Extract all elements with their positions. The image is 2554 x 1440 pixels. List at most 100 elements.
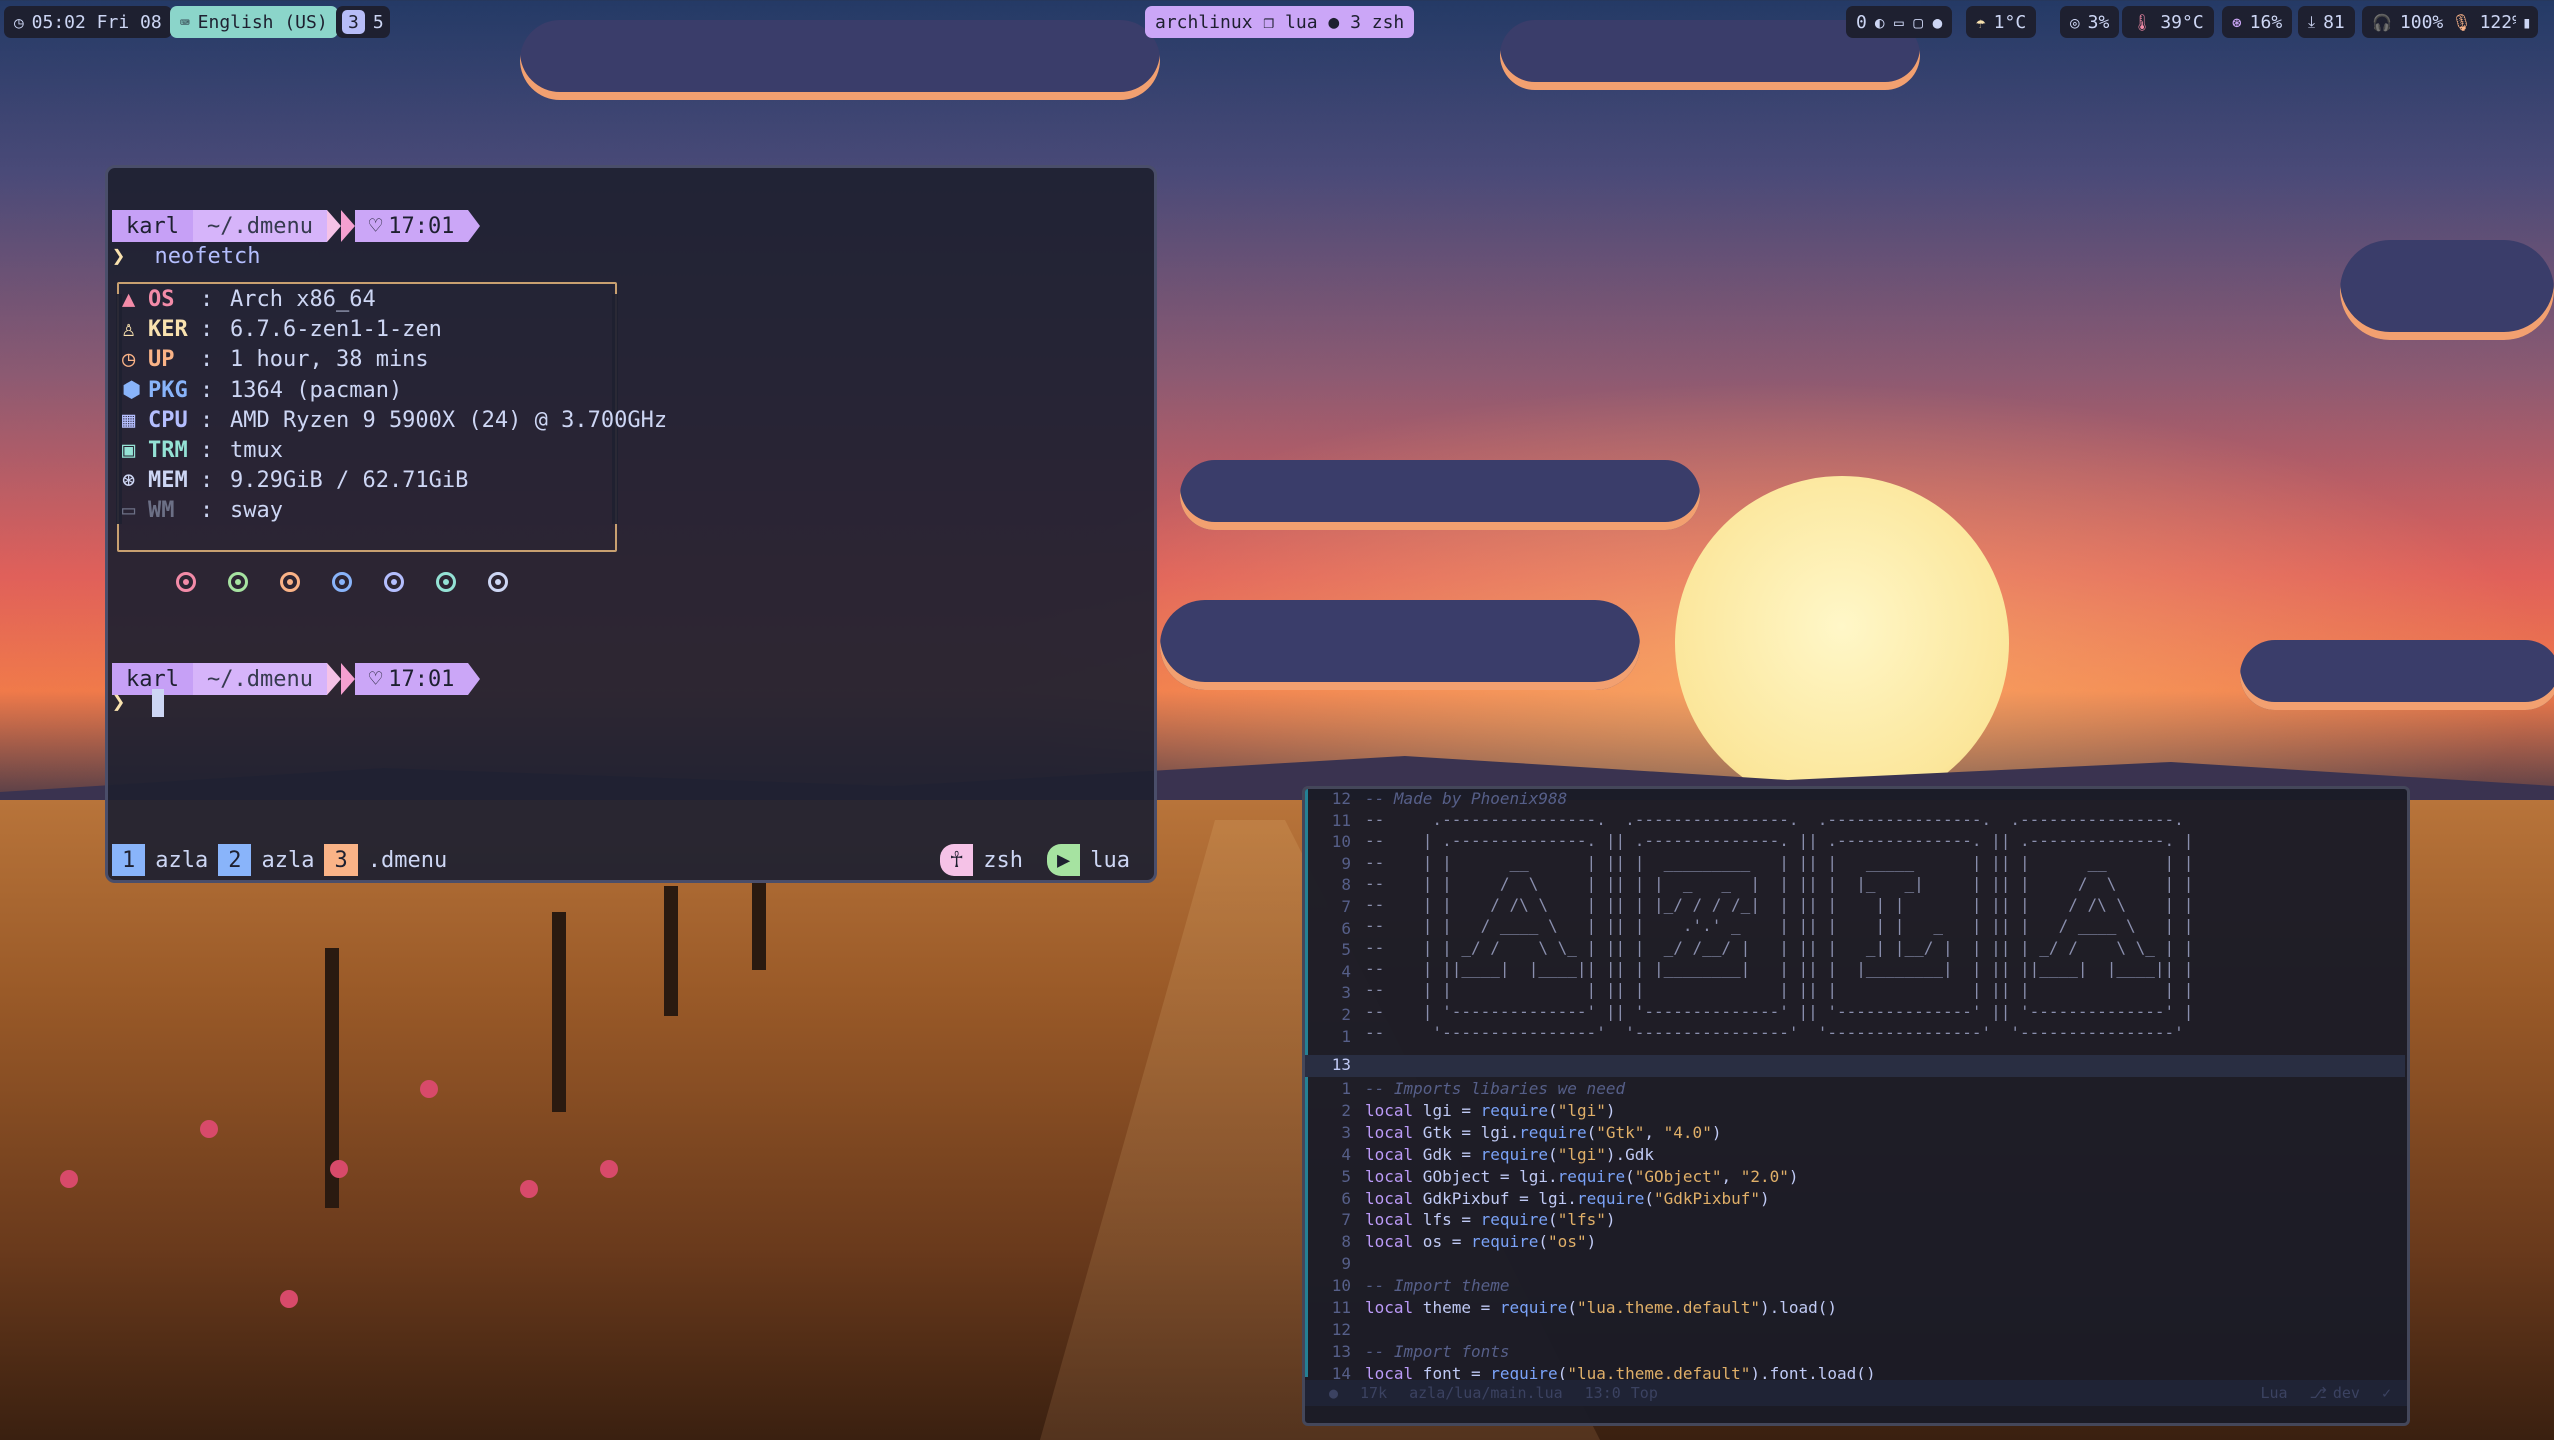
ascii-line: -- | | / \ | || | | _ _ | | || | |_ _| |… <box>1365 873 2194 893</box>
prompt-time: 17:01 <box>388 213 455 239</box>
tmux-window-index[interactable]: 1 <box>112 844 146 876</box>
status-size: 17k <box>1360 1384 1388 1402</box>
line-number: 10 <box>1331 1276 1351 1296</box>
tmux-window-name[interactable]: azla <box>251 844 324 876</box>
keyboard-layout[interactable]: ⌨ English (US) <box>170 6 338 38</box>
color-palette <box>176 572 508 592</box>
ascii-line: -- | | | || | | || | | || | | | <box>1365 980 2194 1000</box>
line-number: 7 <box>1341 897 1351 916</box>
shell-prompt: karl ~/.dmenu ♡ 17:01 <box>112 210 481 242</box>
prompt-symbol: ❯ <box>112 244 126 269</box>
temperature-text: 39°C <box>2160 11 2204 33</box>
line-number: 9 <box>1341 1254 1351 1274</box>
line-number: 12 <box>1331 1319 1351 1339</box>
editor-window[interactable]: 12 11 10 9 8 7 6 5 4 3 2 1 13 -- Made by Phoenix988 … <box>1302 786 2410 1426</box>
line-number: 6 <box>1341 918 1351 938</box>
tmux-window-name[interactable]: .dmenu <box>358 844 457 876</box>
tmux-window-index[interactable]: 2 <box>218 844 252 876</box>
ascii-line: -- .----------------. .----------------.… <box>1365 810 2184 829</box>
heart-icon: ♡ <box>368 213 383 239</box>
neofetch-row: ▦ CPU: AMD Ryzen 9 5900X (24) @ 3.700GHz <box>122 408 667 433</box>
memory-icon: ⊛ <box>122 468 136 494</box>
neofetch-value: 6.7.6-zen1-1-zen <box>230 317 442 343</box>
neofetch-separator: : <box>200 377 214 403</box>
window-title-text: archlinux ❐ lua ● 3 zsh <box>1155 11 1405 33</box>
neofetch-value: sway <box>230 498 283 524</box>
tray[interactable]: 0 ◐ ▭ ▢ ● <box>1846 6 1953 38</box>
terminal-icon: ▶ <box>1047 844 1081 876</box>
terminal-window[interactable]: karl ~/.dmenu ♡ 17:01 ❯ neofetch ▲ OS: Arch… <box>105 165 1157 883</box>
tray-icons: ◐ ▭ ▢ ● <box>1874 12 1943 32</box>
code-line: local GObject = lgi.require("GObject", "… <box>1365 1166 1799 1186</box>
neofetch-row: ⬢ PKG:1364 (pacman) <box>122 378 402 403</box>
neofetch-key: WM <box>148 498 175 524</box>
cpu-icon: ◎ <box>2070 12 2080 32</box>
command-line: ❯ neofetch <box>112 244 260 269</box>
terminal-icon: ▣ <box>122 438 136 463</box>
editor-statusline: ● 17k azla/lua/main.lua 13:0 Top Lua ⎇ d… <box>1305 1380 2407 1406</box>
updates-text: 81 <box>2323 11 2345 33</box>
tmux-status-label: lua <box>1090 847 1130 873</box>
status-branch: dev <box>2332 1384 2360 1402</box>
neofetch-separator: : <box>200 347 214 373</box>
prompt-user: karl <box>112 210 193 242</box>
cpu-text: 3% <box>2087 11 2110 33</box>
tray-count: 0 <box>1856 11 1867 33</box>
ascii-line: -- | ||____| |____|| || | |________| | |… <box>1365 959 2194 979</box>
line-number: 12 <box>1331 789 1351 808</box>
neofetch-key: KER <box>148 317 188 343</box>
neofetch-value: Arch x86_64 <box>230 287 376 312</box>
code-line: local theme = require("lua.theme.default… <box>1365 1298 1838 1317</box>
neofetch-separator: : <box>200 407 214 433</box>
workspaces: 3 5 <box>336 6 390 38</box>
code-line: local lgi = require("lgi") <box>1365 1100 1616 1120</box>
power-indicator[interactable]: ▮ <box>2516 6 2538 38</box>
code-line: local GdkPixbuf = lgi.require("GdkPixbuf… <box>1365 1188 1770 1208</box>
workspace-5[interactable]: 5 <box>373 12 384 33</box>
updates-widget[interactable]: ⤓ 81 <box>2298 6 2355 38</box>
temperature-widget[interactable]: 🌡 39°C <box>2122 6 2214 38</box>
tmux-window-name[interactable]: azla <box>145 844 218 876</box>
weather-text: 1°C <box>1993 11 2027 33</box>
neofetch-separator: : <box>200 287 214 312</box>
ascii-line: -- | | / /\ \ | || | |_/ / / /_| | || | … <box>1365 895 2194 915</box>
top-bar: ◷ 05:02 Fri 08 ⌨ English (US) 3 5 archli… <box>0 0 2554 46</box>
status-filetype: Lua <box>2260 1384 2288 1402</box>
line-number: 4 <box>1341 961 1351 981</box>
memory-widget[interactable]: ⊛ 16% <box>2222 6 2293 38</box>
neofetch-row: ▣ TRM: tmux <box>122 438 283 463</box>
code-line: local Gdk = require("lgi").Gdk <box>1365 1144 1655 1164</box>
neofetch-key: PKG <box>148 377 188 403</box>
prompt-time-2: 17:01 <box>388 666 455 692</box>
ascii-line: -- | | _/ / \ \_ | || | _/ /__/ | | || |… <box>1365 937 2194 957</box>
code-line: -- Import fonts <box>1365 1341 1510 1361</box>
neofetch-row: ⊛ MEM:9.29GiB / 62.71GiB <box>122 468 468 493</box>
code-line: local Gtk = lgi.require("Gtk", "4.0") <box>1365 1122 1722 1142</box>
neofetch-separator: : <box>200 438 214 463</box>
memory-icon: ⊛ <box>2232 12 2242 32</box>
neofetch-key: MEM <box>148 468 188 494</box>
neofetch-key: OS <box>148 287 175 312</box>
palette-dot <box>436 572 456 592</box>
workspace-3[interactable]: 3 <box>342 10 365 34</box>
ascii-art: -- .----------------. .----------------.… <box>1365 809 2193 1043</box>
window-icon: ▭ <box>122 498 136 524</box>
ascii-line: -- '----------------' '----------------'… <box>1365 1022 2184 1042</box>
line-number: 10 <box>1331 832 1351 852</box>
neofetch-row: ▲ OS: Arch x86_64 <box>122 287 376 312</box>
ascii-line: -- | .--------------. || .--------------… <box>1365 831 2194 851</box>
line-number: 3 <box>1341 983 1351 1003</box>
ascii-header: -- Made by Phoenix988 <box>1365 789 1568 808</box>
tmux-window-index[interactable]: 3 <box>324 844 358 876</box>
code-line: local os = require("os") <box>1365 1232 1597 1252</box>
cpu-widget[interactable]: ◎ 3% <box>2060 6 2120 38</box>
ascii-line: -- | | / ____ \ | || | .'.' _ | || | | |… <box>1365 916 2194 936</box>
download-icon: ⤓ <box>2308 12 2316 31</box>
package-icon: ⬢ <box>122 377 142 403</box>
palette-dot <box>332 572 352 592</box>
clock-widget[interactable]: ◷ 05:02 Fri 08 <box>4 6 172 38</box>
audio-widget[interactable]: 🎧 100% 🎙 122% <box>2362 6 2533 38</box>
shell-prompt-2: karl ~/.dmenu ♡ 17:01 <box>112 663 481 695</box>
ascii-line: -- | '--------------' || '--------------… <box>1365 1001 2194 1021</box>
weather-widget[interactable]: ☂ 1°C <box>1966 6 2037 38</box>
